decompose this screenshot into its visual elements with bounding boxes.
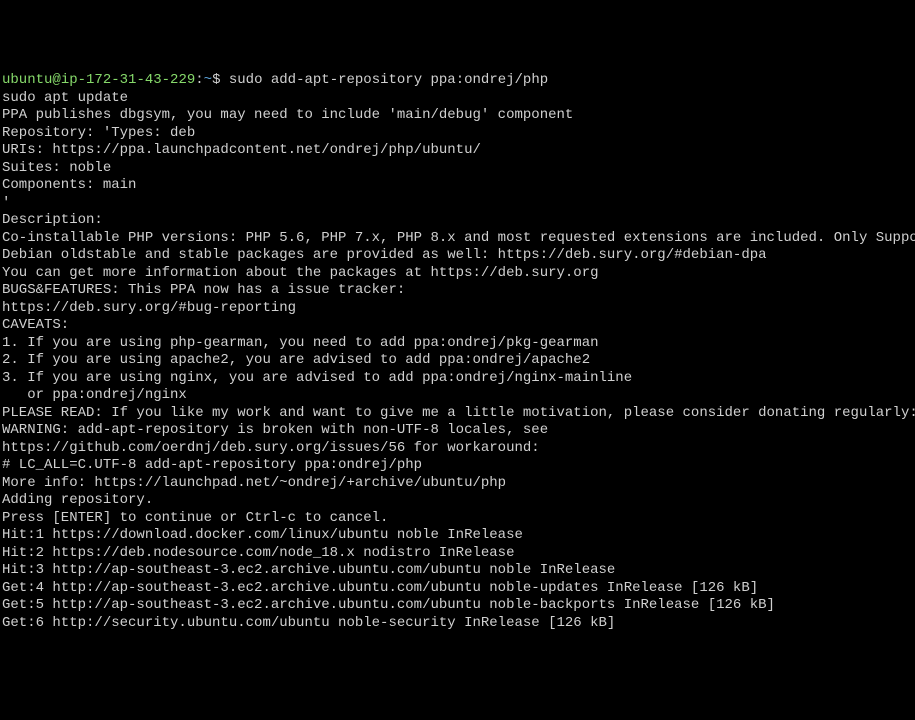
output-line: CAVEATS: [2, 317, 913, 335]
output-line: PLEASE READ: If you like my work and wan… [2, 405, 913, 423]
output-line: or ppa:ondrej/nginx [2, 387, 913, 405]
prompt-line[interactable]: ubuntu@ip-172-31-43-229:~$ sudo add-apt-… [2, 72, 913, 90]
output-line: Debian oldstable and stable packages are… [2, 247, 913, 265]
output-line: Hit:3 http://ap-southeast-3.ec2.archive.… [2, 562, 913, 580]
output-line: WARNING: add-apt-repository is broken wi… [2, 422, 913, 440]
output-line: Suites: noble [2, 160, 913, 178]
prompt-user: ubuntu [2, 72, 52, 88]
output-line: ' [2, 195, 913, 213]
terminal-output: sudo apt updatePPA publishes dbgsym, you… [2, 90, 913, 633]
prompt-host: ip-172-31-43-229 [61, 72, 195, 88]
output-line: Repository: 'Types: deb [2, 125, 913, 143]
output-line: PPA publishes dbgsym, you may need to in… [2, 107, 913, 125]
output-line: Press [ENTER] to continue or Ctrl-c to c… [2, 510, 913, 528]
prompt-colon: : [195, 72, 203, 88]
prompt-path: ~ [204, 72, 212, 88]
output-line: Co-installable PHP versions: PHP 5.6, PH… [2, 230, 913, 248]
output-line: https://deb.sury.org/#bug-reporting [2, 300, 913, 318]
output-line: Get:5 http://ap-southeast-3.ec2.archive.… [2, 597, 913, 615]
output-line: Adding repository. [2, 492, 913, 510]
output-line: # LC_ALL=C.UTF-8 add-apt-repository ppa:… [2, 457, 913, 475]
output-line: You can get more information about the p… [2, 265, 913, 283]
output-line: Description: [2, 212, 913, 230]
output-line: Hit:2 https://deb.nodesource.com/node_18… [2, 545, 913, 563]
output-line: Hit:1 https://download.docker.com/linux/… [2, 527, 913, 545]
output-line: URIs: https://ppa.launchpadcontent.net/o… [2, 142, 913, 160]
output-line: 1. If you are using php-gearman, you nee… [2, 335, 913, 353]
output-line: 2. If you are using apache2, you are adv… [2, 352, 913, 370]
output-line: Components: main [2, 177, 913, 195]
output-line: https://github.com/oerdnj/deb.sury.org/i… [2, 440, 913, 458]
output-line: 3. If you are using nginx, you are advis… [2, 370, 913, 388]
typed-command: sudo add-apt-repository ppa:ondrej/php [229, 72, 548, 88]
output-line: Get:4 http://ap-southeast-3.ec2.archive.… [2, 580, 913, 598]
prompt-at: @ [52, 72, 60, 88]
output-line: More info: https://launchpad.net/~ondrej… [2, 475, 913, 493]
output-line: Get:6 http://security.ubuntu.com/ubuntu … [2, 615, 913, 633]
output-line: BUGS&FEATURES: This PPA now has a issue … [2, 282, 913, 300]
output-line: sudo apt update [2, 90, 913, 108]
prompt-separator: $ [212, 72, 229, 88]
